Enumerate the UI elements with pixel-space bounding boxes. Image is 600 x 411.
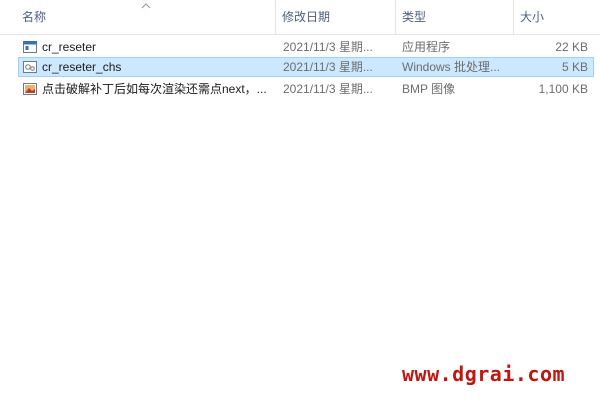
file-type: BMP 图像 [402,82,456,96]
file-row[interactable]: cr_reseter 2021/11/3 星期... 应用程序 22 KB [18,37,594,57]
watermark: www.dgrai.com [402,362,566,386]
column-header-date[interactable]: 修改日期 [275,0,395,34]
exe-icon [23,41,37,53]
file-name: cr_reseter [42,40,97,54]
batch-file-icon [23,61,37,73]
file-date: 2021/11/3 星期... [283,60,373,74]
file-row-selected[interactable]: cr_reseter_chs 2021/11/3 星期... Windows 批… [18,57,594,77]
column-header-type[interactable]: 类型 [395,0,513,34]
file-size: 1,100 KB [538,82,588,96]
bmp-image-icon [23,83,37,95]
column-header-size[interactable]: 大小 [513,0,600,34]
column-header-name[interactable]: 名称 [16,0,274,34]
file-date: 2021/11/3 星期... [283,82,373,96]
file-type: 应用程序 [402,40,451,54]
file-size: 5 KB [561,60,588,74]
column-header-bar: 名称 修改日期 类型 大小 [0,0,600,35]
file-name: cr_reseter_chs [42,60,122,74]
file-date: 2021/11/3 星期... [283,40,373,54]
file-type: Windows 批处理... [402,60,501,74]
file-name: 点击破解补丁后如每次渲染还需点next，... [42,82,267,96]
file-row[interactable]: 点击破解补丁后如每次渲染还需点next，... 2021/11/3 星期... … [18,79,594,99]
file-size: 22 KB [555,40,588,54]
